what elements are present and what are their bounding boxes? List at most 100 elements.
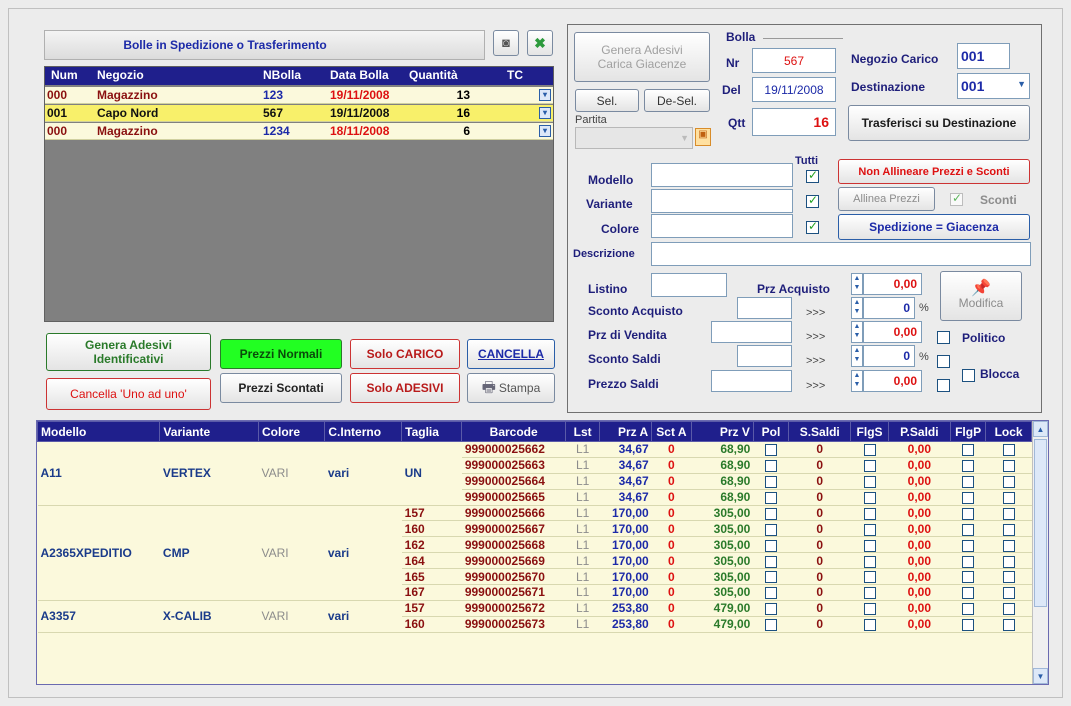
pol-checkbox[interactable] <box>764 603 777 616</box>
prz-vendita-field[interactable] <box>711 321 792 343</box>
pol-checkbox[interactable] <box>764 555 777 568</box>
variante-field[interactable] <box>651 189 793 213</box>
lock-checkbox[interactable] <box>1002 507 1015 520</box>
lock-checkbox[interactable] <box>1002 491 1015 504</box>
solo-adesivi-button[interactable]: Solo ADESIVI <box>350 373 460 403</box>
colore-tutti-checkbox[interactable] <box>806 219 819 234</box>
pol-checkbox[interactable] <box>764 507 777 520</box>
sconto-saldi-field[interactable] <box>737 345 792 367</box>
listino-field[interactable] <box>651 273 727 297</box>
flgs-checkbox[interactable] <box>863 539 876 552</box>
scroll-down-icon[interactable]: ▼ <box>1033 668 1048 684</box>
variante-tutti-checkbox[interactable] <box>806 193 819 208</box>
flgp-checkbox[interactable] <box>962 476 975 489</box>
nr-field[interactable]: 567 <box>752 48 836 73</box>
pol-checkbox[interactable] <box>764 619 777 632</box>
col-lock[interactable]: Lock <box>985 421 1032 442</box>
flgp-checkbox[interactable] <box>962 507 975 520</box>
flgs-checkbox[interactable] <box>863 555 876 568</box>
qtt-field[interactable]: 16 <box>752 108 836 136</box>
col-modello[interactable]: Modello <box>37 421 161 442</box>
cancella-uno-ad-uno-button[interactable]: Cancella 'Uno ad uno' <box>46 378 211 410</box>
row-tc-checkbox[interactable]: ▾ <box>539 89 551 101</box>
allinea-prezzi-button[interactable]: Allinea Prezzi <box>838 187 935 211</box>
table-row[interactable]: A2365XPEDITIO CMP VARI vari 157 999000025666 L… <box>37 505 1032 601</box>
destinazione-select[interactable]: 001 ▼ <box>957 73 1030 99</box>
bolle-list[interactable]: Num Negozio NBolla Data Bolla Quantità T… <box>44 66 554 322</box>
lock-checkbox[interactable] <box>1002 460 1015 473</box>
modello-tutti-checkbox[interactable] <box>806 168 819 183</box>
pol-checkbox[interactable] <box>764 460 777 473</box>
genera-adesivi-identificativi-button[interactable]: Genera Adesivi Identificativi <box>46 333 211 371</box>
flgp-checkbox[interactable] <box>962 539 975 552</box>
camera-button[interactable]: ◙ <box>493 30 519 56</box>
flgp-checkbox[interactable] <box>962 491 975 504</box>
col-pol[interactable]: Pol <box>752 421 790 442</box>
flgs-checkbox[interactable] <box>863 587 876 600</box>
flgp-checkbox[interactable] <box>962 444 975 457</box>
partita-select[interactable]: ▼ <box>575 127 693 149</box>
pol-checkbox[interactable] <box>764 491 777 504</box>
excel-button[interactable]: ✖ <box>527 30 553 56</box>
prezzi-scontati-button[interactable]: Prezzi Scontati <box>220 373 342 403</box>
table-row[interactable]: A3357 X-CALIB VARI vari 157 999000025672 L1 253… <box>37 600 1032 633</box>
flgp-checkbox[interactable] <box>962 571 975 584</box>
prz-vendita-spinner[interactable]: ▲ ▼ <box>851 321 863 343</box>
spedizione-giacenza-button[interactable]: Spedizione = Giacenza <box>838 214 1030 240</box>
col-lst[interactable]: Lst <box>565 421 601 442</box>
list-row[interactable]: 000 Magazzino 1234 18/11/2008 6 ▾ <box>45 123 553 140</box>
lock-checkbox[interactable] <box>1002 444 1015 457</box>
desel-button[interactable]: De-Sel. <box>644 89 710 112</box>
trasferisci-button[interactable]: Trasferisci su Destinazione <box>848 105 1030 141</box>
list-row[interactable]: 000 Magazzino 123 19/11/2008 13 ▾ <box>45 87 553 104</box>
negozio-carico-field[interactable]: 001 <box>957 43 1010 69</box>
sconto-acquisto-spinner[interactable]: ▲ ▼ <box>851 297 863 319</box>
prz-acquisto-spinner[interactable]: ▲ ▼ <box>851 273 863 295</box>
pol-checkbox[interactable] <box>764 539 777 552</box>
flgs-checkbox[interactable] <box>863 476 876 489</box>
col-flgp[interactable]: FlgP <box>949 421 987 442</box>
lock-checkbox[interactable] <box>1002 571 1015 584</box>
col-ssaldi[interactable]: S.Saldi <box>788 421 852 442</box>
col-colore[interactable]: Colore <box>257 421 326 442</box>
flgs-checkbox[interactable] <box>863 507 876 520</box>
lock-checkbox[interactable] <box>1002 603 1015 616</box>
flgs-checkbox[interactable] <box>863 619 876 632</box>
colore-field[interactable] <box>651 214 793 238</box>
scroll-thumb[interactable] <box>1034 439 1047 607</box>
prezzo-saldi-flag-checkbox[interactable] <box>937 379 950 392</box>
list-row[interactable]: 001 Capo Nord 567 19/11/2008 16 ▾ <box>45 105 553 122</box>
flgs-checkbox[interactable] <box>863 460 876 473</box>
sconto-saldi-value-field[interactable]: 0 <box>863 345 915 367</box>
col-cinterno[interactable]: C.Interno <box>324 421 403 442</box>
descrizione-field[interactable] <box>651 242 1031 266</box>
pol-checkbox[interactable] <box>764 476 777 489</box>
pol-checkbox[interactable] <box>764 587 777 600</box>
solo-carico-button[interactable]: Solo CARICO <box>350 339 460 369</box>
flgs-checkbox[interactable] <box>863 571 876 584</box>
modifica-button[interactable]: 📌 Modifica <box>940 271 1022 321</box>
modello-field[interactable] <box>651 163 793 187</box>
prz-vendita-value-field[interactable]: 0,00 <box>863 321 922 343</box>
sel-button[interactable]: Sel. <box>575 89 639 112</box>
grid-scrollbar[interactable]: ▲ ▼ <box>1032 421 1048 684</box>
flgp-checkbox[interactable] <box>962 603 975 616</box>
col-barcode[interactable]: Barcode <box>461 421 567 442</box>
prezzo-saldi-spinner[interactable]: ▲ ▼ <box>851 370 863 392</box>
sconto-acquisto-field[interactable] <box>737 297 792 319</box>
flgp-checkbox[interactable] <box>962 523 975 536</box>
col-flgs[interactable]: FlgS <box>850 421 889 442</box>
col-prza[interactable]: Prz A <box>599 421 653 442</box>
prezzo-saldi-value-field[interactable]: 0,00 <box>863 370 922 392</box>
pol-checkbox[interactable] <box>764 523 777 536</box>
flgp-checkbox[interactable] <box>962 555 975 568</box>
del-field[interactable]: 19/11/2008 <box>752 77 836 102</box>
flgs-checkbox[interactable] <box>863 523 876 536</box>
lock-checkbox[interactable] <box>1002 587 1015 600</box>
cancella-button[interactable]: CANCELLA <box>467 339 555 369</box>
lock-checkbox[interactable] <box>1002 619 1015 632</box>
table-row[interactable]: A11 VERTEX VARI vari UN 999000025662 L1 34,67 0 6… <box>37 441 1032 506</box>
politico-checkbox[interactable] <box>937 331 950 344</box>
sconto-saldi-spinner[interactable]: ▲ ▼ <box>851 345 863 367</box>
flgs-checkbox[interactable] <box>863 491 876 504</box>
